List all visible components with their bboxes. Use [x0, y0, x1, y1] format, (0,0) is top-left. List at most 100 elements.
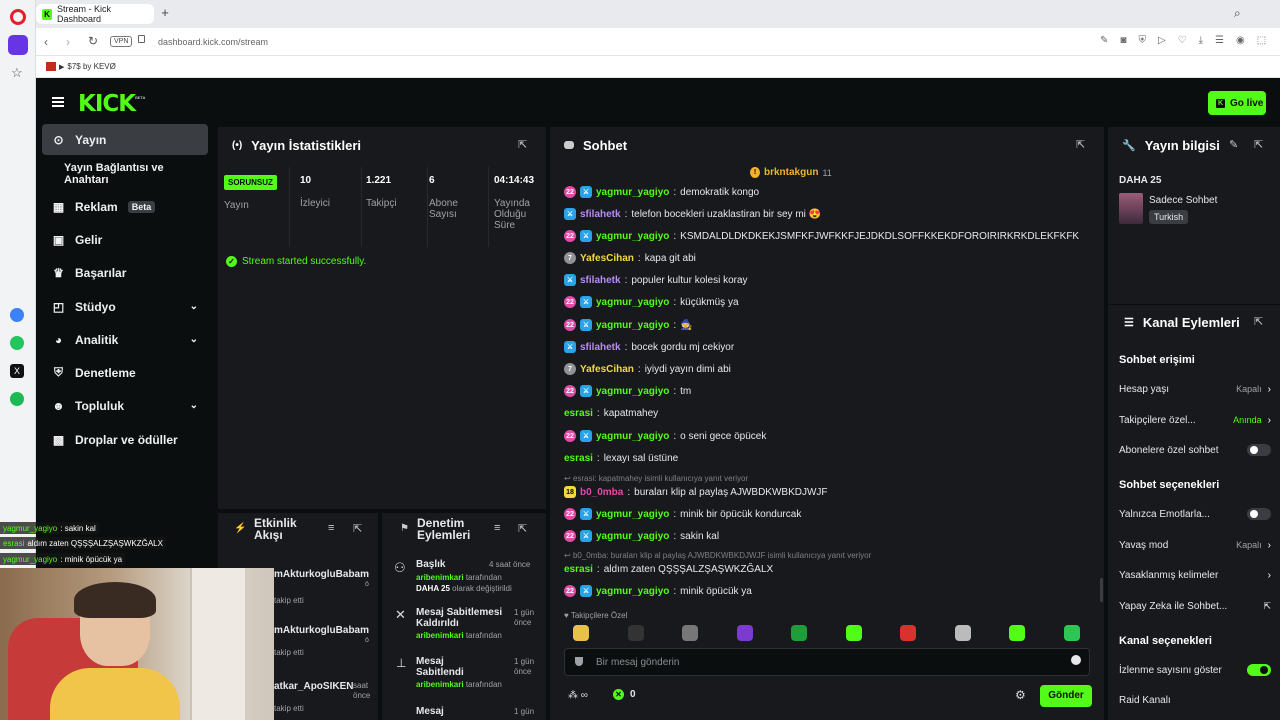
chat-message[interactable]: 22 ⚔ yagmur_yagiyo: KSMDALDLDKDKEKJSMFKFJWF…: [564, 226, 1079, 246]
chat-username[interactable]: sfilahetk: [580, 342, 621, 353]
extensions-icon[interactable]: ⬚: [1257, 35, 1266, 46]
nav-topluluk[interactable]: ☻ Topluluk ⌄: [42, 390, 208, 421]
chat-message[interactable]: 22 ⚔ yagmur_yagiyo: küçükmüş ya: [564, 292, 739, 312]
popout-icon[interactable]: ⇱: [353, 522, 362, 535]
chat-message[interactable]: 7 YafesCihan: iyiydi yayın dimi abi: [564, 359, 731, 379]
emotes-only-toggle[interactable]: [1247, 508, 1271, 520]
subs-only-toggle[interactable]: [1247, 444, 1271, 456]
forward-icon[interactable]: ›: [66, 35, 70, 49]
browser-tab[interactable]: K Stream - Kick Dashboard: [36, 4, 154, 24]
chat-username[interactable]: yagmur_yagiyo: [596, 431, 669, 442]
bookmark-item[interactable]: ▶ $7$ by KEVØ: [46, 62, 116, 71]
filter-icon[interactable]: ≡: [494, 522, 500, 534]
mod-action-by[interactable]: aribenimkari: [416, 573, 464, 582]
edit-icon[interactable]: ✎: [1100, 35, 1108, 46]
workspace-icon[interactable]: [8, 35, 28, 55]
row-account-age[interactable]: Hesap yaşı Kapalı ›: [1119, 379, 1271, 399]
chat-username[interactable]: yagmur_yagiyo: [596, 586, 669, 597]
chat-username[interactable]: sfilahetk: [580, 209, 621, 220]
profile-icon[interactable]: ◉: [1236, 35, 1245, 46]
emote-icon[interactable]: [1009, 625, 1025, 641]
menu-icon[interactable]: ☰: [1215, 35, 1224, 46]
spotify-icon[interactable]: [10, 392, 24, 406]
chat-message[interactable]: 22 ⚔ yagmur_yagiyo: sakin kal: [564, 526, 719, 546]
row-raid[interactable]: Raid Kanalı: [1119, 690, 1271, 710]
chat-username[interactable]: esrasi: [564, 408, 593, 419]
chat-users-icon[interactable]: ⁂ ∞: [568, 690, 588, 701]
download-icon[interactable]: ⤓: [1199, 35, 1203, 46]
messenger-icon[interactable]: [10, 308, 24, 322]
row-followers-only[interactable]: Takipçilere özel... Anında ›: [1119, 410, 1271, 430]
chat-username[interactable]: esrasi: [564, 564, 593, 575]
play-icon[interactable]: ▷: [1158, 35, 1166, 46]
chat-message[interactable]: 22 ⚔ yagmur_yagiyo: 🧙: [564, 315, 693, 335]
nav-gelir[interactable]: ▣ Gelir: [42, 224, 208, 255]
emote-icon[interactable]: [900, 625, 916, 641]
emote-icon[interactable]: [573, 625, 589, 641]
row-slow-mode[interactable]: Yavaş mod Kapalı ›: [1119, 535, 1271, 555]
mod-action-by[interactable]: aribenimkari: [416, 631, 464, 640]
nav-droplar[interactable]: ▩ Droplar ve ödüller: [42, 424, 208, 455]
chat-message[interactable]: esrasi: lexayı sal üstüne: [564, 448, 678, 468]
edit-icon[interactable]: ✎: [1229, 138, 1238, 151]
row-banned-words[interactable]: Yasaklanmış kelimeler ›: [1119, 565, 1271, 585]
chat-username[interactable]: b0_0mba: [580, 487, 623, 498]
whatsapp-icon[interactable]: [10, 336, 24, 350]
opera-logo-icon[interactable]: [10, 9, 26, 25]
chat-username[interactable]: yagmur_yagiyo: [596, 187, 669, 198]
chat-message[interactable]: 22 ⚔ yagmur_yagiyo: o seni gece öpücek: [564, 426, 766, 446]
nav-analitik[interactable]: ◕ Analitik ⌄: [42, 324, 208, 355]
chat-message[interactable]: 22 ⚔ yagmur_yagiyo: tm: [564, 381, 691, 401]
url-field[interactable]: dashboard.kick.com/stream: [158, 37, 268, 47]
send-button[interactable]: Gönder: [1040, 685, 1092, 707]
filter-icon[interactable]: ≡: [328, 522, 334, 534]
chat-message[interactable]: 22 ⚔ yagmur_yagiyo: minik bir öpücük kond…: [564, 504, 801, 524]
back-icon[interactable]: ‹: [44, 35, 48, 49]
emote-icon[interactable]: [954, 625, 971, 641]
reload-icon[interactable]: ↻: [88, 34, 98, 48]
chat-message[interactable]: ⚔ sfilahetk: bocek gordu mj cekiyor: [564, 337, 734, 357]
emote-icon[interactable]: [791, 625, 807, 641]
nav-denetleme[interactable]: ⛨ Denetleme: [42, 357, 208, 388]
search-tabs-icon[interactable]: ⌕: [1234, 6, 1241, 21]
popout-icon[interactable]: ⇱: [1254, 315, 1263, 328]
star-icon[interactable]: ☆: [11, 65, 23, 81]
stream-category[interactable]: Sadece Sohbet: [1149, 195, 1217, 206]
chat-username[interactable]: yagmur_yagiyo: [596, 320, 669, 331]
emote-icon[interactable]: [1063, 625, 1080, 641]
pinned-gifter[interactable]: ! brkntakgun 11: [750, 167, 832, 178]
chat-username[interactable]: YafesCihan: [580, 364, 634, 375]
mod-action-by[interactable]: aribenimkari: [416, 680, 464, 689]
row-subs-only[interactable]: Abonelere özel sohbet: [1119, 440, 1271, 460]
row-ai-chat[interactable]: Yapay Zeka ile Sohbet... ⇱: [1119, 596, 1271, 616]
chat-message[interactable]: esrasi: aldım zaten QŞŞŞALZŞAŞWKZĞALX: [564, 559, 773, 579]
chat-username[interactable]: esrasi: [564, 453, 593, 464]
x-icon[interactable]: X: [10, 364, 24, 378]
emote-icon[interactable]: [627, 625, 644, 641]
nav-studyo[interactable]: ◰ Stüdyo ⌄: [42, 291, 208, 322]
vpn-badge[interactable]: VPN: [110, 36, 133, 47]
chat-username[interactable]: yagmur_yagiyo: [596, 531, 669, 542]
row-show-viewers[interactable]: İzlenme sayısını göster: [1119, 660, 1271, 680]
chat-message[interactable]: esrasi: kapatmahey: [564, 403, 658, 423]
chat-username[interactable]: yagmur_yagiyo: [596, 231, 669, 242]
emote-icon[interactable]: [682, 625, 698, 641]
emote-icon[interactable]: [845, 625, 862, 641]
chat-message[interactable]: 18 b0_0mba: buraları klip al paylaş AJWB…: [564, 482, 828, 502]
chat-scrollbar[interactable]: [1100, 578, 1103, 602]
chat-username[interactable]: YafesCihan: [580, 253, 634, 264]
popout-icon[interactable]: ⇱: [1254, 138, 1263, 151]
nav-basarilar[interactable]: ♛ Başarılar: [42, 257, 208, 288]
emote-icon[interactable]: [736, 625, 753, 641]
new-tab-icon[interactable]: +: [158, 6, 172, 20]
popout-icon[interactable]: ⇱: [1076, 138, 1085, 151]
heart-icon[interactable]: ♡: [1178, 35, 1187, 46]
chat-message[interactable]: 7 YafesCihan: kapa git abi: [564, 248, 696, 268]
nav-yayin[interactable]: ⊙ Yayın: [42, 124, 208, 155]
popout-icon[interactable]: ⇱: [518, 522, 527, 535]
channel-points[interactable]: ✕ 0: [613, 689, 636, 700]
hamburger-menu-icon[interactable]: [52, 97, 64, 107]
show-viewers-toggle[interactable]: [1247, 664, 1271, 676]
go-live-button[interactable]: K Go live: [1208, 91, 1266, 115]
shield-icon[interactable]: ⛨: [1138, 35, 1146, 46]
